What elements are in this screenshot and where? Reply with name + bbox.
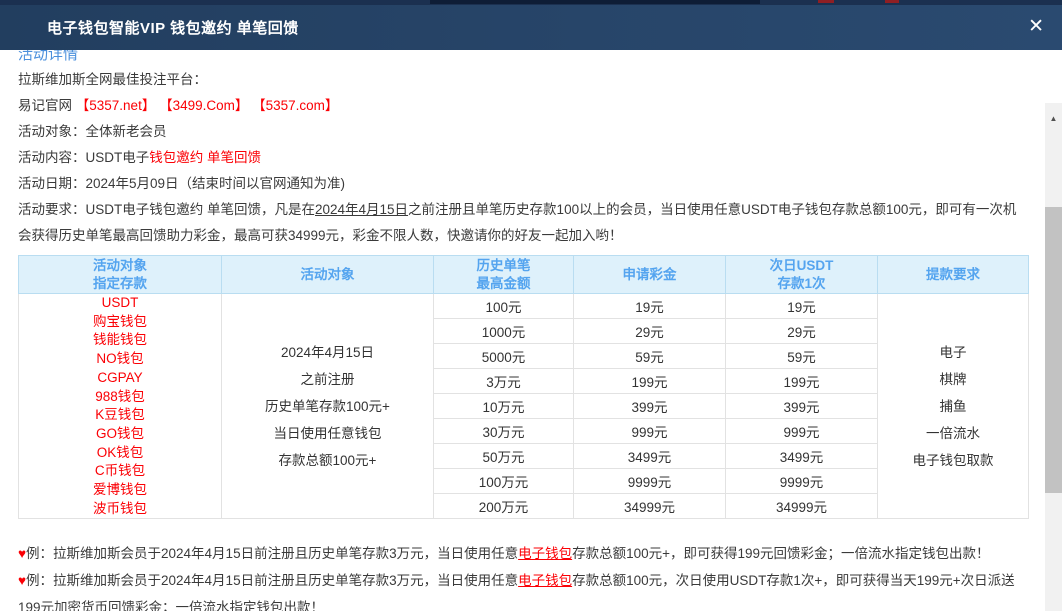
- ewallet-link[interactable]: 电子钱包: [518, 546, 572, 561]
- table-row: USDT购宝钱包 钱能钱包NO钱包 CGPAY988钱包 K豆钱包GO钱包 OK…: [19, 294, 1029, 319]
- conditions-cell: 2024年4月15日之前注册 历史单笔存款100元+当日使用任意钱包 存款总额1…: [222, 294, 434, 519]
- modal-title: 电子钱包智能VIP 钱包邀约 单笔回馈: [0, 17, 299, 38]
- modal-body: 活动详情 拉斯维加斯全网最佳投注平台： 易记官网 【5357.net】 【349…: [0, 50, 1062, 611]
- col-header-designated-deposit: 活动对象指定存款: [19, 256, 222, 294]
- bonus-amount: 3499元: [574, 444, 726, 469]
- bonus-amount: 19元: [574, 294, 726, 319]
- activity-target-line: 活动对象：全体新老会员: [18, 119, 1028, 145]
- bonus-amount: 199元: [574, 369, 726, 394]
- deposit-amount: 100元: [434, 294, 574, 319]
- background-page-remnant: [430, 0, 760, 4]
- activity-content-line: 活动内容：USDT电子钱包邀约 单笔回馈: [18, 145, 1028, 171]
- bonus-amount: 59元: [574, 344, 726, 369]
- close-icon[interactable]: ✕: [1028, 16, 1044, 38]
- nextday-bonus: 9999元: [726, 469, 878, 494]
- table-header-row: 活动对象指定存款 活动对象 历史单笔最高金额 申请彩金 次日USDT存款1次 提…: [19, 256, 1029, 294]
- col-header-apply-bonus: 申请彩金: [574, 256, 726, 294]
- col-header-history-max: 历史单笔最高金额: [434, 256, 574, 294]
- official-site-urls: 【5357.net】 【3499.Com】 【5357.com】: [76, 98, 339, 113]
- col-header-nextday-usdt: 次日USDT存款1次: [726, 256, 878, 294]
- background-page-remnant: [818, 0, 834, 3]
- ewallet-link[interactable]: 电子钱包: [518, 573, 572, 588]
- heart-icon: ♥: [18, 573, 26, 588]
- activity-date-line: 活动日期：2024年5月09日（结束时间以官网通知为准): [18, 171, 1028, 197]
- scrollbar[interactable]: ▲ ▼: [1045, 103, 1062, 611]
- bonus-amount: 9999元: [574, 469, 726, 494]
- platform-line: 拉斯维加斯全网最佳投注平台：: [18, 67, 1028, 93]
- nextday-bonus: 999元: [726, 419, 878, 444]
- deposit-amount: 100万元: [434, 469, 574, 494]
- bonus-amount: 29元: [574, 319, 726, 344]
- bonus-amount: 34999元: [574, 494, 726, 519]
- bonus-amount: 999元: [574, 419, 726, 444]
- deposit-amount: 50万元: [434, 444, 574, 469]
- modal-header: 电子钱包智能VIP 钱包邀约 单笔回馈 ✕: [0, 5, 1062, 50]
- wallet-list-cell: USDT购宝钱包 钱能钱包NO钱包 CGPAY988钱包 K豆钱包GO钱包 OK…: [19, 294, 222, 519]
- activity-requirement-line: 活动要求：USDT电子钱包邀约 单笔回馈，凡是在2024年4月15日之前注册且单…: [18, 197, 1028, 249]
- bonus-amount: 399元: [574, 394, 726, 419]
- col-header-withdraw-req: 提款要求: [878, 256, 1029, 294]
- deposit-amount: 200万元: [434, 494, 574, 519]
- nextday-bonus: 199元: [726, 369, 878, 394]
- scrollbar-thumb[interactable]: [1045, 207, 1062, 493]
- promo-modal: 电子钱包智能VIP 钱包邀约 单笔回馈 ✕ 活动详情 拉斯维加斯全网最佳投注平台…: [0, 0, 1062, 611]
- nextday-bonus: 19元: [726, 294, 878, 319]
- deposit-amount: 3万元: [434, 369, 574, 394]
- withdraw-rules-cell: 电子棋牌 捕鱼一倍流水 电子钱包取款: [878, 294, 1029, 519]
- col-header-activity-target: 活动对象: [222, 256, 434, 294]
- deposit-amount: 30万元: [434, 419, 574, 444]
- deposit-amount: 1000元: [434, 319, 574, 344]
- nextday-bonus: 34999元: [726, 494, 878, 519]
- deposit-amount: 5000元: [434, 344, 574, 369]
- nextday-bonus: 59元: [726, 344, 878, 369]
- background-page-remnant: [885, 0, 899, 3]
- modal-content: 活动详情 拉斯维加斯全网最佳投注平台： 易记官网 【5357.net】 【349…: [0, 50, 1062, 611]
- example-line-1: ♥例：拉斯维加斯会员于2024年4月15日前注册且历史单笔存款3万元，当日使用任…: [18, 540, 1028, 567]
- scrollbar-up-icon[interactable]: ▲: [1045, 111, 1062, 127]
- example-line-2: ♥例：拉斯维加斯会员于2024年4月15日前注册且历史单笔存款3万元，当日使用任…: [18, 567, 1028, 611]
- heart-icon: ♥: [18, 546, 26, 561]
- nextday-bonus: 29元: [726, 319, 878, 344]
- nextday-bonus: 3499元: [726, 444, 878, 469]
- example-section: ♥例：拉斯维加斯会员于2024年4月15日前注册且历史单笔存款3万元，当日使用任…: [18, 540, 1028, 611]
- nextday-bonus: 399元: [726, 394, 878, 419]
- deposit-amount: 10万元: [434, 394, 574, 419]
- official-sites-line: 易记官网 【5357.net】 【3499.Com】 【5357.com】: [18, 93, 1028, 119]
- rebate-table: 活动对象指定存款 活动对象 历史单笔最高金额 申请彩金 次日USDT存款1次 提…: [18, 255, 1029, 519]
- section-heading-activity-details: 活动详情: [18, 50, 1028, 67]
